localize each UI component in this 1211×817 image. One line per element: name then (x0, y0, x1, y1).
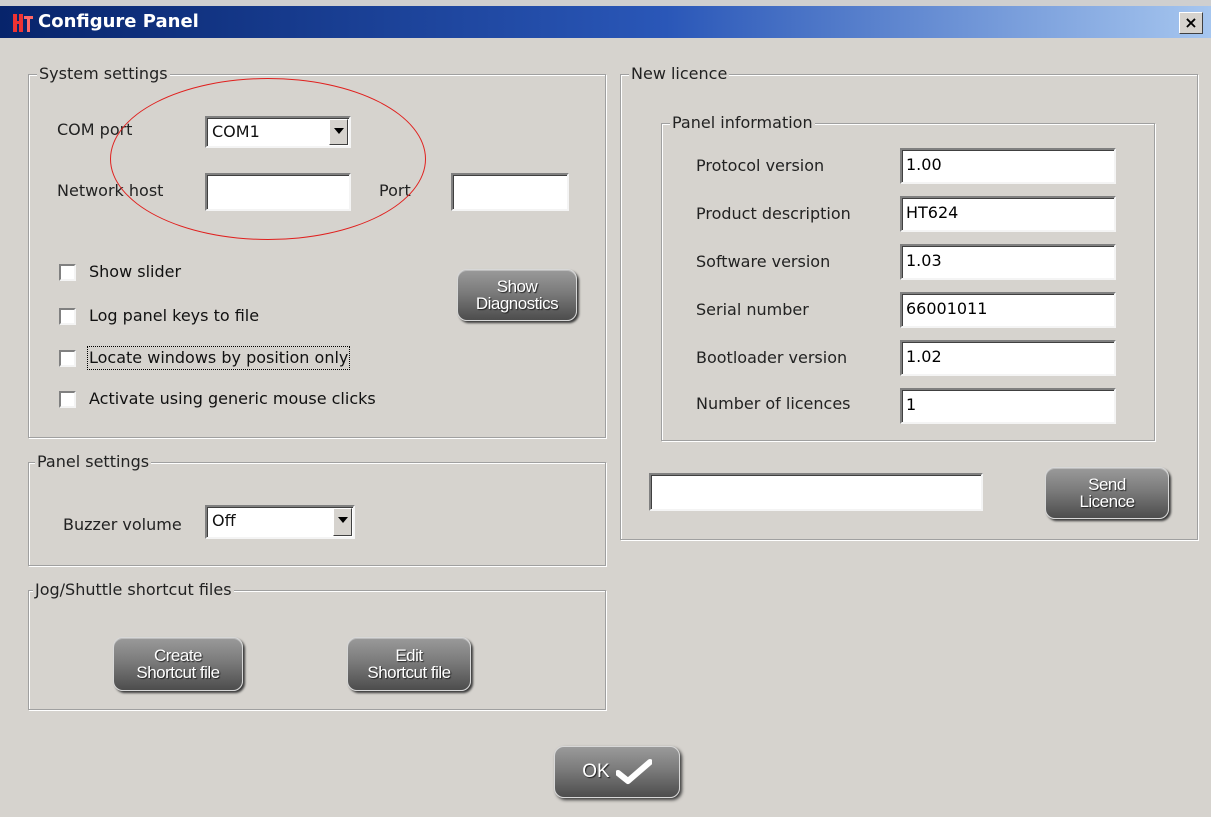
button-label-line1: Send (1088, 475, 1126, 494)
title-bar: Configure Panel × (0, 0, 1211, 38)
button-label-line2: Shortcut file (136, 663, 220, 682)
product-description-label: Product description (696, 204, 851, 223)
protocol-version-label: Protocol version (696, 156, 825, 175)
network-host-input[interactable] (205, 173, 351, 211)
checkbox-label: Activate using generic mouse clicks (89, 389, 376, 408)
com-port-value: COM1 (212, 122, 260, 141)
bootloader-version-label: Bootloader version (696, 348, 848, 367)
chevron-down-icon[interactable] (333, 508, 352, 536)
software-version-label: Software version (696, 252, 831, 271)
product-description-field[interactable]: HT624 (900, 196, 1116, 232)
show-diagnostics-button[interactable]: Show Diagnostics (457, 269, 577, 321)
checkmark-icon (615, 759, 652, 784)
log-panel-keys-checkbox[interactable]: Log panel keys to file (59, 306, 309, 328)
ok-button[interactable]: OK (554, 746, 680, 798)
protocol-version-field[interactable]: 1.00 (900, 148, 1116, 184)
button-label-line1: Create (153, 646, 203, 665)
serial-number-field[interactable]: 66001011 (900, 292, 1116, 328)
buzzer-volume-value: Off (212, 511, 236, 530)
window-title: Configure Panel (38, 11, 199, 32)
number-of-licences-field[interactable]: 1 (900, 388, 1116, 424)
bootloader-version-field[interactable]: 1.02 (900, 340, 1116, 376)
ok-label: OK (582, 761, 610, 782)
checkbox-label: Log panel keys to file (89, 306, 260, 325)
shortcut-files-group: Jog/Shuttle shortcut files Create Shortc… (28, 580, 606, 710)
new-licence-legend: New licence (629, 64, 730, 84)
checkbox-box[interactable] (59, 391, 76, 408)
button-label-line1: Edit (395, 646, 423, 665)
software-version-field[interactable]: 1.03 (900, 244, 1116, 280)
checkbox-box[interactable] (59, 264, 76, 281)
close-button[interactable]: × (1179, 12, 1203, 34)
create-shortcut-file-button[interactable]: Create Shortcut file (113, 637, 243, 691)
shortcut-files-legend: Jog/Shuttle shortcut files (33, 580, 234, 600)
com-port-label: COM port (57, 120, 133, 139)
button-label-line2: Licence (1079, 492, 1135, 511)
button-label-line2: Diagnostics (475, 294, 559, 313)
button-label-line2: Shortcut file (367, 663, 451, 682)
checkbox-box[interactable] (59, 308, 76, 325)
show-slider-checkbox[interactable]: Show slider (59, 262, 309, 284)
chevron-down-icon[interactable] (329, 119, 348, 145)
port-label: Port (379, 181, 411, 200)
serial-number-label: Serial number (696, 300, 809, 319)
generic-mouse-clicks-checkbox[interactable]: Activate using generic mouse clicks (59, 389, 399, 411)
buzzer-volume-label: Buzzer volume (63, 515, 182, 534)
panel-information-legend: Panel information (670, 113, 815, 133)
number-of-licences-label: Number of licences (696, 394, 851, 413)
buzzer-volume-select[interactable]: Off (205, 505, 355, 539)
locate-windows-checkbox[interactable]: Locate windows by position only (59, 346, 379, 370)
close-icon: × (1184, 13, 1198, 32)
button-label-line1: Show (496, 277, 538, 296)
edit-shortcut-file-button[interactable]: Edit Shortcut file (347, 637, 471, 691)
checkbox-label: Show slider (89, 262, 182, 281)
checkbox-label: Locate windows by position only (86, 346, 351, 370)
panel-settings-legend: Panel settings (35, 452, 152, 472)
checkbox-box[interactable] (59, 350, 76, 367)
app-icon (13, 14, 33, 32)
send-licence-button[interactable]: Send Licence (1045, 467, 1169, 519)
com-port-select[interactable]: COM1 (205, 116, 351, 148)
network-host-label: Network host (57, 181, 164, 200)
new-licence-group: New licence Panel information Protocol v… (620, 64, 1198, 540)
panel-information-group: Panel information Protocol version 1.00 … (661, 113, 1155, 441)
licence-key-input[interactable] (649, 473, 983, 511)
system-settings-group: System settings COM port COM1 Network ho… (28, 64, 606, 438)
panel-settings-group: Panel settings Buzzer volume Off (28, 452, 606, 566)
port-input[interactable] (451, 173, 569, 211)
system-settings-legend: System settings (37, 64, 170, 84)
